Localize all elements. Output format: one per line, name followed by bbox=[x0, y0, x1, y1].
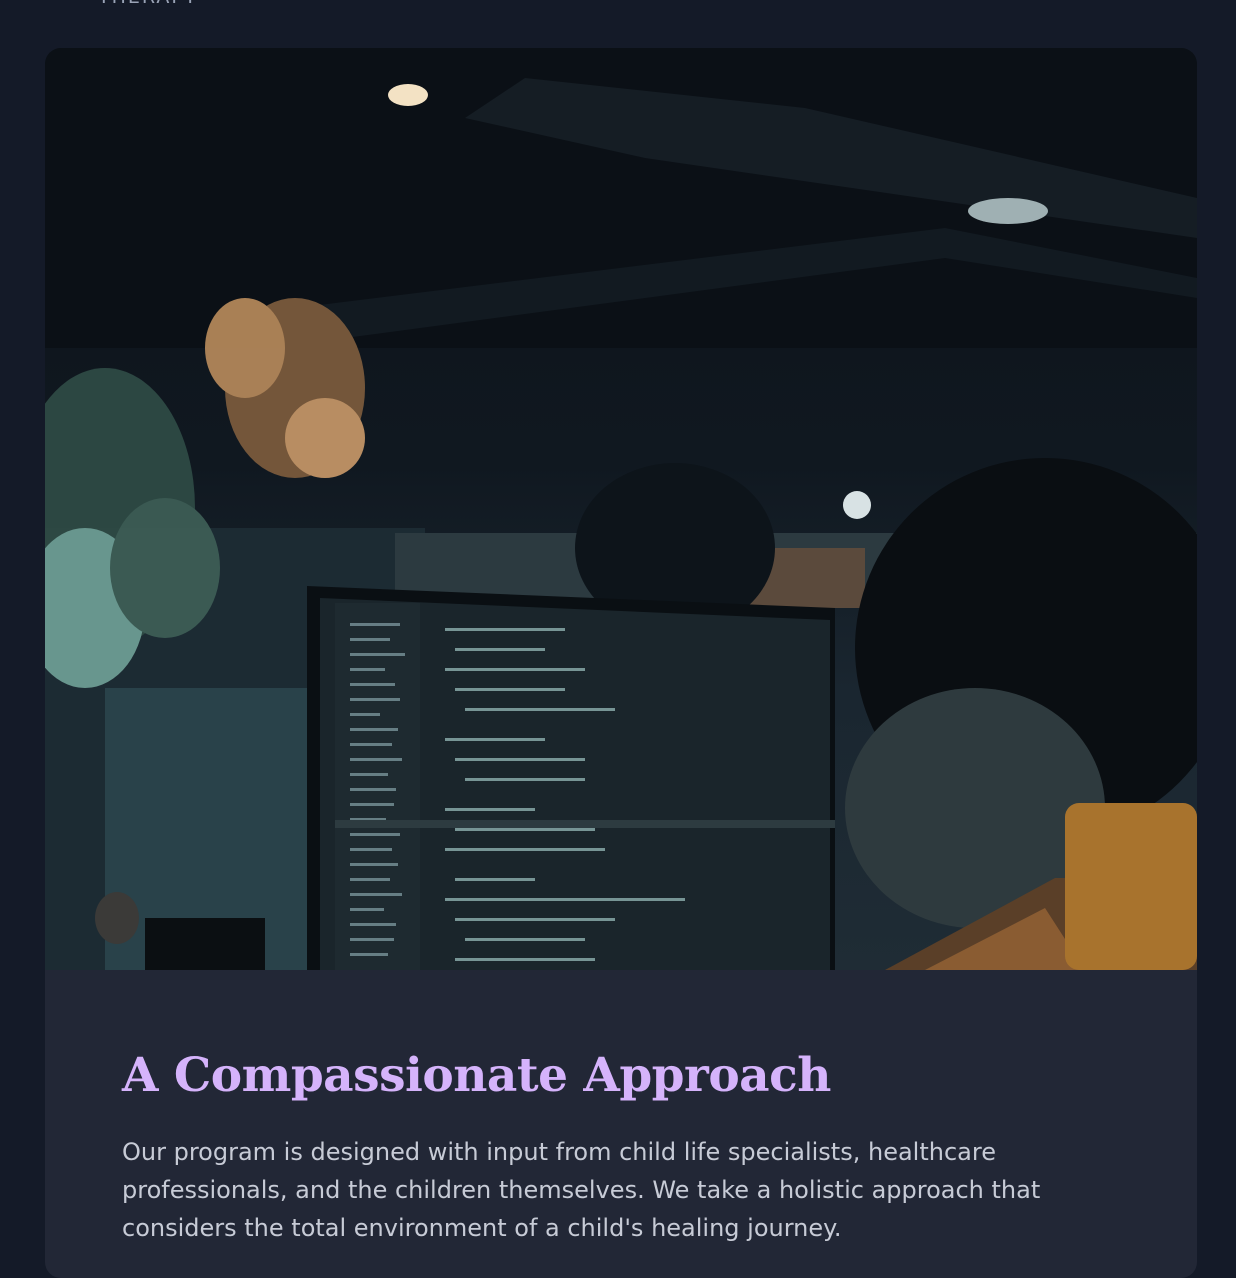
feature-card: A Compassionate Approach Our program is … bbox=[45, 48, 1197, 1278]
card-title: A Compassionate Approach bbox=[122, 1048, 831, 1103]
card-content: A Compassionate Approach Our program is … bbox=[45, 970, 1197, 1247]
section-eyebrow-label: THERAPY bbox=[98, 0, 198, 8]
feature-photo bbox=[45, 48, 1197, 970]
card-description: Our program is designed with input from … bbox=[122, 1138, 1041, 1242]
